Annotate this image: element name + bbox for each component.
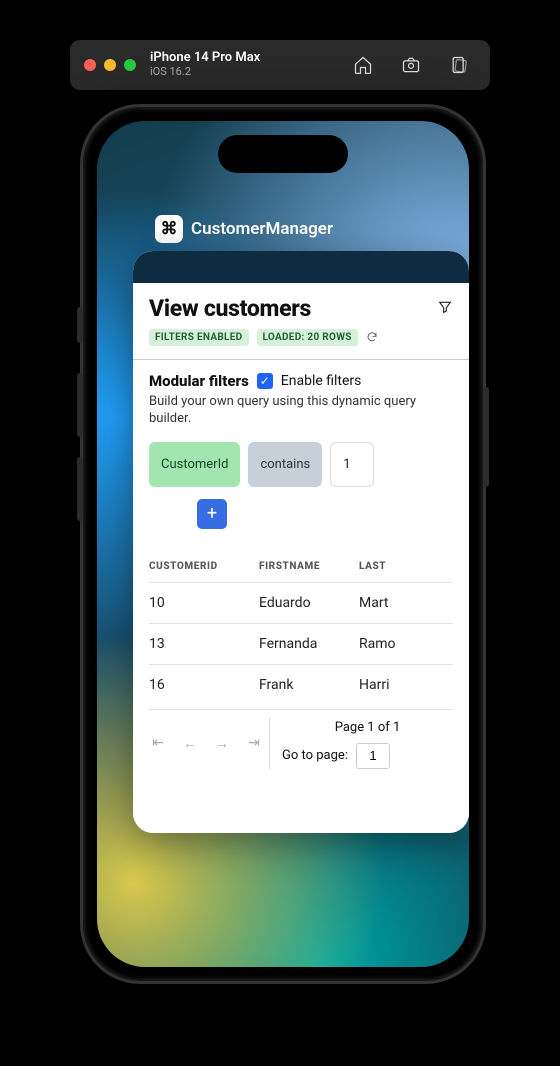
rotate-icon[interactable] bbox=[442, 48, 476, 82]
home-icon[interactable] bbox=[346, 48, 380, 82]
divider bbox=[133, 359, 469, 360]
screenshot-icon[interactable] bbox=[394, 48, 428, 82]
dynamic-island bbox=[218, 135, 348, 173]
mute-switch[interactable] bbox=[77, 307, 83, 343]
last-page-button[interactable]: ⇥ bbox=[245, 735, 263, 751]
cell-id: 16 bbox=[149, 677, 259, 693]
goto-page-input[interactable] bbox=[356, 743, 390, 769]
add-filter-button[interactable]: + bbox=[197, 499, 227, 529]
page-title: View customers bbox=[149, 295, 311, 322]
enable-filters-checkbox[interactable]: ✓ bbox=[257, 373, 273, 389]
device-name: iPhone 14 Pro Max bbox=[150, 51, 260, 66]
pagination: ⇤ ← → ⇥ Page 1 of 1 Go to page: bbox=[149, 709, 453, 769]
os-version: iOS 16.2 bbox=[150, 66, 260, 79]
cell-last: Mart bbox=[359, 595, 459, 611]
simulator-toolbar: iPhone 14 Pro Max iOS 16.2 bbox=[70, 40, 490, 90]
window-traffic-lights[interactable] bbox=[84, 59, 136, 71]
filter-value-input[interactable]: 1 bbox=[330, 442, 374, 487]
app-icon-glyph: ⌘ bbox=[161, 219, 178, 239]
side-button[interactable] bbox=[483, 387, 489, 487]
table-row[interactable]: 16 Frank Harri bbox=[149, 664, 453, 705]
phone-frame: ⌘ CustomerManager View customers FILTERS… bbox=[80, 104, 486, 984]
cell-first: Eduardo bbox=[259, 595, 359, 611]
cell-first: Fernanda bbox=[259, 636, 359, 652]
minimize-window[interactable] bbox=[104, 59, 116, 71]
modular-filters-heading: Modular filters bbox=[149, 372, 249, 390]
cell-last: Harri bbox=[359, 677, 459, 693]
filter-icon[interactable] bbox=[437, 299, 453, 319]
phone-screen[interactable]: ⌘ CustomerManager View customers FILTERS… bbox=[97, 121, 469, 967]
next-page-button[interactable]: → bbox=[213, 735, 231, 752]
app-icon: ⌘ bbox=[155, 215, 183, 243]
zoom-window[interactable] bbox=[124, 59, 136, 71]
close-window[interactable] bbox=[84, 59, 96, 71]
volume-down-button[interactable] bbox=[77, 457, 83, 521]
cell-last: Ramo bbox=[359, 636, 459, 652]
page-info: Page 1 of 1 bbox=[282, 718, 453, 743]
cell-id: 13 bbox=[149, 636, 259, 652]
app-name: CustomerManager bbox=[191, 219, 333, 239]
col-lastname[interactable]: LAST bbox=[359, 561, 459, 572]
col-customerid[interactable]: CUSTOMERID bbox=[149, 561, 259, 572]
app-card[interactable]: View customers FILTERS ENABLED LOADED: 2… bbox=[133, 251, 469, 833]
enable-filters-label: Enable filters bbox=[281, 373, 362, 389]
modular-filters-description: Build your own query using this dynamic … bbox=[149, 394, 453, 428]
table-row[interactable]: 10 Eduardo Mart bbox=[149, 582, 453, 623]
rows-loaded-badge: LOADED: 20 ROWS bbox=[257, 329, 358, 346]
table-row[interactable]: 13 Fernanda Ramo bbox=[149, 623, 453, 664]
col-firstname[interactable]: FIRSTNAME bbox=[259, 561, 359, 572]
filter-column-select[interactable]: CustomerId bbox=[149, 442, 240, 487]
table-header: CUSTOMERID FIRSTNAME LAST bbox=[149, 551, 453, 582]
app-switcher-label: ⌘ CustomerManager bbox=[155, 215, 333, 243]
volume-up-button[interactable] bbox=[77, 373, 83, 437]
card-header-bar bbox=[133, 251, 469, 283]
customers-table: CUSTOMERID FIRSTNAME LAST 10 Eduardo Mar… bbox=[149, 551, 453, 705]
refresh-icon[interactable] bbox=[366, 328, 378, 347]
prev-page-button[interactable]: ← bbox=[181, 735, 199, 752]
simulator-title: iPhone 14 Pro Max iOS 16.2 bbox=[150, 51, 260, 79]
filter-operator-select[interactable]: contains bbox=[248, 442, 322, 487]
cell-first: Frank bbox=[259, 677, 359, 693]
cell-id: 10 bbox=[149, 595, 259, 611]
first-page-button[interactable]: ⇤ bbox=[149, 735, 167, 751]
filters-enabled-badge: FILTERS ENABLED bbox=[149, 329, 249, 346]
goto-page-label: Go to page: bbox=[282, 748, 348, 763]
